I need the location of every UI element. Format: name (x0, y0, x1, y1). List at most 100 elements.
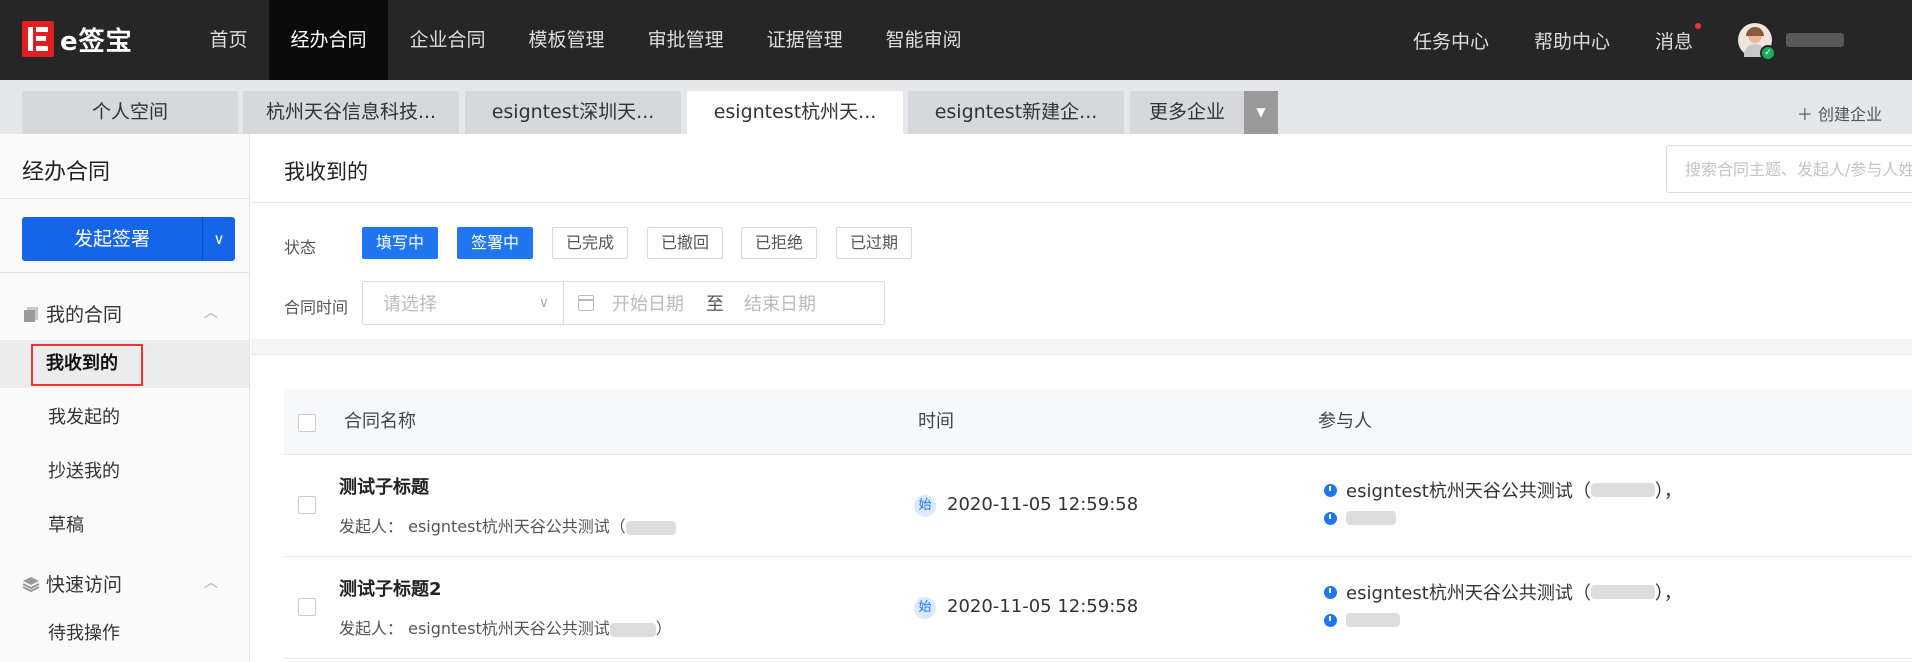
redacted-text (1590, 483, 1655, 497)
chevron-down-icon: ∨ (538, 295, 549, 311)
launch-signing-button[interactable]: 发起签署 ∨ (22, 217, 235, 261)
sidebar-item-received[interactable]: 我收到的 (0, 340, 249, 388)
plus-icon: ＋ (1796, 105, 1813, 124)
initiator-label: 发起人： (339, 517, 404, 536)
redacted-text (1346, 613, 1400, 627)
initiator-suffix: ） (655, 619, 672, 638)
contract-time: 2020-11-05 12:59:58 (947, 596, 1139, 617)
tab-more-companies[interactable]: 更多企业 (1130, 91, 1244, 134)
status-filling-button[interactable]: 填写中 (362, 227, 439, 259)
select-placeholder: 请选择 (383, 294, 437, 315)
sidebar-item-pending[interactable]: 待我操作 (0, 610, 249, 658)
time-start-badge: 始 (914, 495, 936, 517)
logo-text: e签宝 (60, 26, 133, 57)
username-redacted[interactable] (1786, 33, 1844, 47)
unread-dot (1695, 22, 1701, 29)
search-input[interactable] (1666, 145, 1912, 193)
user-avatar[interactable]: ✓ (1738, 23, 1776, 61)
start-date-input[interactable]: 开始日期 (612, 290, 684, 316)
create-enterprise-label: 创建企业 (1817, 105, 1882, 124)
contract-title[interactable]: 测试子标题 (339, 473, 429, 499)
time-start-badge: 始 (914, 597, 936, 619)
nav-handled-contracts[interactable]: 经办合同 (269, 0, 389, 80)
participant-entry (1324, 613, 1400, 627)
redacted-text (1590, 585, 1655, 599)
nav-approval-management[interactable]: 审批管理 (626, 0, 745, 80)
clock-icon (1324, 585, 1337, 599)
sidebar-divider (0, 198, 250, 199)
status-completed-button[interactable]: 已完成 (552, 227, 629, 259)
header-divider (251, 202, 1912, 203)
more-companies-dropdown-icon[interactable]: ▼ (1244, 91, 1278, 134)
layers-icon (22, 576, 40, 592)
tab-company-2[interactable]: esigntest深圳天... (465, 91, 681, 134)
status-rejected-button[interactable]: 已拒绝 (741, 227, 818, 259)
esign-logo[interactable]: e签宝 (22, 21, 133, 57)
sidebar-item-cc[interactable]: 抄送我的 (0, 448, 249, 496)
sidebar-group-quick-access[interactable]: 快速访问 (22, 570, 122, 597)
tab-personal-space[interactable]: 个人空间 (22, 91, 238, 134)
nav-home[interactable]: 首页 (188, 0, 269, 80)
participant-entry (1324, 511, 1396, 525)
top-navbar: e签宝 首页 经办合同 企业合同 模板管理 审批管理 证据管理 智能审阅 任务中… (0, 0, 1912, 80)
tab-company-3[interactable]: esigntest杭州天... (687, 91, 903, 134)
sidebar-divider (0, 272, 250, 273)
section-spacer (251, 339, 1912, 354)
redacted-text (1346, 511, 1396, 525)
sidebar-item-drafts[interactable]: 草稿 (0, 502, 249, 550)
logo-mark-icon (22, 21, 54, 57)
time-filter-label: 合同时间 (284, 298, 349, 317)
row-checkbox[interactable] (298, 598, 316, 616)
status-signing-button[interactable]: 签署中 (457, 227, 534, 259)
collapse-caret-icon[interactable]: ︿ (204, 572, 218, 592)
messages-link[interactable]: 消息 (1654, 22, 1701, 54)
participant-suffix: ）， (1654, 481, 1682, 502)
table-row[interactable]: 测试子标题 发起人： esigntest杭州天谷公共测试（ 始 2020-11-… (284, 455, 1912, 557)
nav-template-management[interactable]: 模板管理 (507, 0, 626, 80)
launch-dropdown-chevron-icon[interactable]: ∨ (202, 217, 235, 261)
contract-title[interactable]: 测试子标题2 (339, 575, 442, 601)
launch-signing-label[interactable]: 发起签署 (22, 217, 202, 261)
documents-icon (24, 306, 38, 322)
column-header-participants: 参与人 (1318, 411, 1372, 432)
sidebar-group-my-contracts[interactable]: 我的合同 (22, 300, 122, 327)
section-divider (251, 354, 1912, 355)
status-expired-button[interactable]: 已过期 (836, 227, 913, 259)
contract-initiator: 发起人： esigntest杭州天谷公共测试（ (339, 513, 676, 537)
end-date-input[interactable]: 结束日期 (744, 290, 816, 316)
participant-entry: esigntest杭州天谷公共测试（ ）， (1324, 477, 1682, 503)
tab-company-4[interactable]: esigntest新建企... (908, 91, 1124, 134)
table-row[interactable]: 测试子标题2 发起人： esigntest杭州天谷公共测试 ） 始 2020-11… (284, 557, 1912, 659)
nav-right: 任务中心 帮助中心 消息 ✓ (1413, 0, 1912, 80)
main-nav: 首页 经办合同 企业合同 模板管理 审批管理 证据管理 智能审阅 (188, 0, 983, 80)
status-revoked-button[interactable]: 已撤回 (647, 227, 724, 259)
participant-suffix: ）， (1654, 583, 1682, 604)
task-center-link[interactable]: 任务中心 (1413, 27, 1489, 54)
nav-enterprise-contracts[interactable]: 企业合同 (388, 0, 507, 80)
messages-label: 消息 (1654, 30, 1693, 53)
select-all-checkbox[interactable] (298, 414, 316, 432)
redacted-text (625, 520, 676, 535)
row-checkbox[interactable] (298, 496, 316, 514)
redacted-text (609, 622, 656, 637)
nav-evidence-management[interactable]: 证据管理 (745, 0, 864, 80)
date-filter: 请选择 ∨ 开始日期 至 结束日期 (362, 281, 885, 325)
sidebar-group-label: 快速访问 (46, 574, 123, 596)
company-tabbar: 个人空间 杭州天谷信息科技... esigntest深圳天... esignte… (0, 80, 1912, 134)
status-filter-label: 状态 (284, 238, 317, 257)
initiator-name: esigntest杭州天谷公共测试 (408, 619, 610, 638)
collapse-caret-icon[interactable]: ︿ (204, 302, 218, 322)
clock-icon (1324, 483, 1337, 497)
tab-company-1[interactable]: 杭州天谷信息科技... (243, 91, 459, 134)
create-enterprise-button[interactable]: ＋ 创建企业 (1797, 101, 1882, 125)
column-header-name: 合同名称 (344, 411, 416, 432)
participant-name: esigntest杭州天谷公共测试（ (1346, 481, 1591, 502)
clock-icon (1324, 511, 1337, 525)
participant-entry: esigntest杭州天谷公共测试（ ）， (1324, 579, 1682, 605)
time-type-select[interactable]: 请选择 ∨ (363, 282, 564, 324)
sidebar-item-initiated[interactable]: 我发起的 (0, 394, 249, 442)
nav-smart-review[interactable]: 智能审阅 (864, 0, 983, 80)
help-center-link[interactable]: 帮助中心 (1534, 27, 1610, 54)
contract-time: 2020-11-05 12:59:58 (947, 494, 1139, 515)
date-separator: 至 (706, 294, 724, 315)
